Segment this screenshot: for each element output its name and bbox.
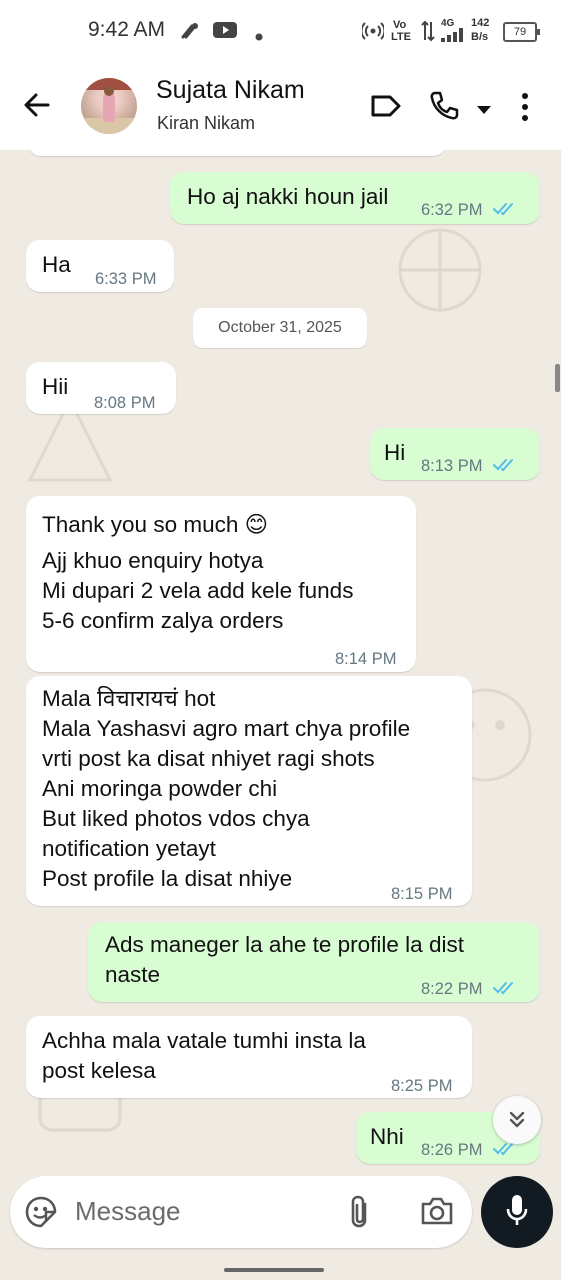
message-meta: 8:13 PM [421,451,517,482]
dropdown-icon[interactable] [476,102,492,120]
message-time: 8:15 PM [391,885,453,903]
message-text: Ho aj nakki houn jail [187,184,389,209]
message-input[interactable]: Message [75,1196,181,1227]
contact-subtitle[interactable]: Kiran Nikam [157,113,255,134]
message-line: But liked photos vdos chya [42,806,310,831]
scrollbar-thumb[interactable] [555,364,560,392]
mic-icon [505,1194,529,1235]
message-line: naste [105,962,161,987]
voice-record-button[interactable] [481,1176,553,1248]
message-bubble[interactable]: Ads maneger la ahe te profile la dist na… [88,922,540,1002]
hotspot-icon [360,22,386,45]
message-bubble-partial [28,150,446,156]
contact-name[interactable]: Sujata Nikam [156,76,305,105]
date-separator: October 31, 2025 [193,308,367,348]
message-time: 8:14 PM [335,650,397,668]
message-time: 8:08 PM [94,394,156,412]
phone-icon[interactable] [428,90,460,127]
message-line: Post profile la disat nhiye [42,866,293,891]
message-time: 8:22 PM [421,980,483,998]
emoji-icon[interactable] [24,1195,58,1234]
network-speed-unit: B/s [471,31,489,43]
message-bubble[interactable]: Thank you so much 😊 Ajj khuo enquiry hot… [26,496,416,672]
volte-label-top: Vo [393,19,407,31]
dot-icon [255,28,263,46]
status-time: 9:42 AM [88,18,166,41]
chat-area[interactable]: Ho aj nakki houn jail 6:32 PM Ha 6:33 PM… [0,150,561,1280]
message-line: post kelesa [42,1058,156,1083]
message-text: Ha [42,252,71,277]
message-time: 6:32 PM [421,201,483,219]
attach-icon[interactable] [348,1194,372,1235]
message-text: Hi [384,440,406,465]
camera-icon[interactable] [420,1196,454,1231]
home-gesture-pill[interactable] [224,1268,324,1272]
message-bubble[interactable]: Ha 6:33 PM [26,240,174,292]
message-time: 8:13 PM [421,457,483,475]
data-arrows-icon [421,20,435,47]
message-line: Mala विचारायचं hot [42,686,216,711]
avatar[interactable] [81,78,137,134]
message-bubble[interactable]: Ho aj nakki houn jail 6:32 PM [170,172,540,224]
message-line: Ani moringa powder chi [42,776,278,801]
message-text: Nhi [370,1124,404,1149]
label-icon[interactable] [370,94,402,123]
message-bubble[interactable]: Mala विचारायचं hot Mala Yashasvi agro ma… [26,676,472,906]
read-ticks-icon [493,196,517,226]
chat-header: Sujata Nikam Kiran Nikam [0,62,561,150]
message-line: 5-6 confirm zalya orders [42,608,284,633]
message-time: 6:33 PM [95,270,157,288]
message-time: 8:26 PM [421,1141,483,1159]
message-line: Mala Yashasvi agro mart chya profile [42,716,411,741]
message-line: Ads maneger la ahe te profile la dist [105,932,464,957]
message-text: Hii [42,374,69,399]
message-line: vrti post ka disat nhiyet ragi shots [42,746,375,771]
message-line: Achha mala vatale tumhi insta la [42,1028,366,1053]
message-bubble[interactable]: Hi 8:13 PM [370,428,540,480]
message-time: 8:25 PM [391,1077,453,1095]
double-chevron-down-icon [505,1108,529,1137]
more-vert-icon[interactable] [520,92,530,127]
youtube-icon [213,21,237,44]
message-composer[interactable]: Message [10,1176,472,1248]
message-meta: 8:22 PM [421,974,517,1005]
message-meta: 6:32 PM [421,195,517,226]
battery-icon: 79 [503,22,540,42]
read-ticks-icon [493,452,517,482]
system-nav-bar [0,1256,561,1280]
scroll-to-bottom-button[interactable] [493,1096,541,1144]
network-speed-value: 142 [471,17,490,29]
tools-icon [180,22,200,45]
message-line: notification yetayt [42,836,216,861]
message-bubble[interactable]: Achha mala vatale tumhi insta la post ke… [26,1016,472,1098]
message-line: Mi dupari 2 vela add kele funds [42,578,354,603]
read-ticks-icon [493,975,517,1005]
message-line: Thank you so much 😊 [42,512,269,537]
message-line: Ajj khuo enquiry hotya [42,548,264,573]
back-arrow-icon[interactable] [22,90,52,125]
message-bubble[interactable]: Hii 8:08 PM [26,362,176,414]
signal-icon [441,28,465,47]
status-bar: 9:42 AM Vo LTE 4G 142 B/s 79 [0,0,561,62]
volte-label-bottom: LTE [391,31,411,43]
